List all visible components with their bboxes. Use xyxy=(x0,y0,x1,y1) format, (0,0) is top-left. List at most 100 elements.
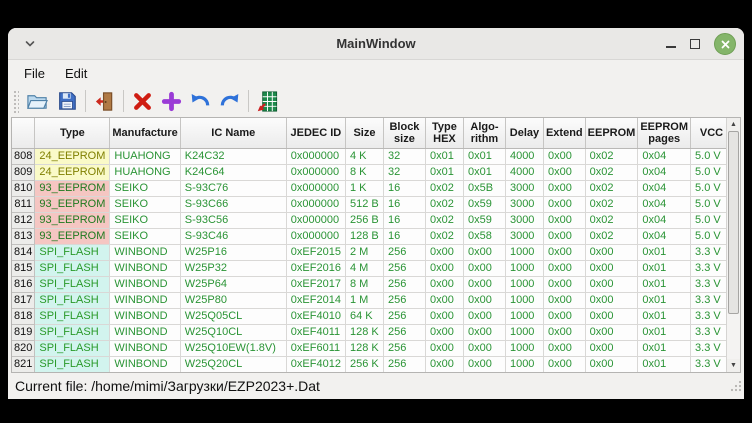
row-number-cell[interactable]: 814 xyxy=(12,244,35,260)
table-cell[interactable]: 0x00 xyxy=(585,260,638,276)
table-cell[interactable]: 3000 xyxy=(505,212,543,228)
column-header[interactable]: Manufacture xyxy=(110,118,180,148)
table-cell[interactable]: 256 xyxy=(383,308,425,324)
type-cell[interactable]: SPI_FLASH xyxy=(35,340,110,356)
column-header[interactable]: EEPROM xyxy=(585,118,638,148)
table-cell[interactable]: SEIKO xyxy=(110,212,180,228)
table-cell[interactable]: 1000 xyxy=(505,308,543,324)
scrollbar-thumb[interactable] xyxy=(728,131,739,314)
table-cell[interactable]: 1 M xyxy=(345,292,383,308)
undo-button[interactable] xyxy=(187,88,214,115)
table-cell[interactable]: 0x00 xyxy=(543,148,585,164)
table-cell[interactable]: S-93C66 xyxy=(180,196,286,212)
table-cell[interactable]: 0x04 xyxy=(638,148,691,164)
menu-file[interactable]: File xyxy=(16,64,53,83)
table-cell[interactable]: 0x00 xyxy=(585,356,638,372)
table-row[interactable]: 820SPI_FLASHWINBONDW25Q10EW(1.8V)0xEF601… xyxy=(12,340,733,356)
table-cell[interactable]: 0x5B xyxy=(463,180,505,196)
column-header[interactable]: Extend xyxy=(543,118,585,148)
table-cell[interactable]: 0x02 xyxy=(425,196,463,212)
table-cell[interactable]: 0x01 xyxy=(638,340,691,356)
table-cell[interactable]: 0x59 xyxy=(463,196,505,212)
row-number-cell[interactable]: 810 xyxy=(12,180,35,196)
table-cell[interactable]: 0x00 xyxy=(463,244,505,260)
table-cell[interactable]: 0x02 xyxy=(425,180,463,196)
table-cell[interactable]: HUAHONG xyxy=(110,148,180,164)
table-cell[interactable]: 256 xyxy=(383,324,425,340)
table-cell[interactable]: 0x02 xyxy=(425,228,463,244)
table-cell[interactable]: 8 M xyxy=(345,276,383,292)
table-cell[interactable]: 0x00 xyxy=(425,276,463,292)
scroll-down-button[interactable]: ▼ xyxy=(727,359,740,372)
table-row[interactable]: 80924_EEPROMHUAHONGK24C640x0000008 K320x… xyxy=(12,164,733,180)
table-row[interactable]: 81393_EEPROMSEIKOS-93C460x000000128 B160… xyxy=(12,228,733,244)
close-button[interactable] xyxy=(714,33,736,55)
table-cell[interactable]: 0x04 xyxy=(638,196,691,212)
table-cell[interactable]: 0x00 xyxy=(543,212,585,228)
table-cell[interactable]: 0x00 xyxy=(543,260,585,276)
table-cell[interactable]: 0x00 xyxy=(425,308,463,324)
table-cell[interactable]: 0xEF2014 xyxy=(286,292,345,308)
table-cell[interactable]: WINBOND xyxy=(110,260,180,276)
table-cell[interactable]: 0xEF2015 xyxy=(286,244,345,260)
type-cell[interactable]: SPI_FLASH xyxy=(35,260,110,276)
table-cell[interactable]: 256 xyxy=(383,244,425,260)
table-cell[interactable]: 128 B xyxy=(345,228,383,244)
table-cell[interactable]: 3000 xyxy=(505,228,543,244)
table-cell[interactable]: 0x000000 xyxy=(286,148,345,164)
table-cell[interactable]: 0x01 xyxy=(638,244,691,260)
table-row[interactable]: 817SPI_FLASHWINBONDW25P800xEF20141 M2560… xyxy=(12,292,733,308)
column-header[interactable]: Type xyxy=(35,118,110,148)
table-cell[interactable]: 0x04 xyxy=(638,180,691,196)
table-cell[interactable]: 0x00 xyxy=(543,228,585,244)
table-cell[interactable]: W25Q20CL xyxy=(180,356,286,372)
table-cell[interactable]: 1000 xyxy=(505,244,543,260)
table-cell[interactable]: W25P16 xyxy=(180,244,286,260)
table-cell[interactable]: W25Q05CL xyxy=(180,308,286,324)
row-number-cell[interactable]: 813 xyxy=(12,228,35,244)
column-header[interactable]: Size xyxy=(345,118,383,148)
row-number-cell[interactable]: 819 xyxy=(12,324,35,340)
table-cell[interactable]: 0x04 xyxy=(638,228,691,244)
table-cell[interactable]: 0x04 xyxy=(638,212,691,228)
table-cell[interactable]: 256 xyxy=(383,260,425,276)
table-cell[interactable]: W25Q10CL xyxy=(180,324,286,340)
table-cell[interactable]: 0x00 xyxy=(463,260,505,276)
table-cell[interactable]: 3000 xyxy=(505,180,543,196)
table-cell[interactable]: 0x00 xyxy=(585,340,638,356)
type-cell[interactable]: SPI_FLASH xyxy=(35,292,110,308)
table-cell[interactable]: 0x01 xyxy=(425,148,463,164)
row-number-cell[interactable]: 812 xyxy=(12,212,35,228)
type-cell[interactable]: SPI_FLASH xyxy=(35,356,110,372)
table-cell[interactable]: 0x00 xyxy=(425,260,463,276)
table-row[interactable]: 815SPI_FLASHWINBONDW25P320xEF20164 M2560… xyxy=(12,260,733,276)
row-number-cell[interactable]: 820 xyxy=(12,340,35,356)
table-cell[interactable]: 1000 xyxy=(505,356,543,372)
table-cell[interactable]: 256 B xyxy=(345,212,383,228)
delete-row-button[interactable] xyxy=(129,88,156,115)
table-cell[interactable]: K24C64 xyxy=(180,164,286,180)
table-cell[interactable]: WINBOND xyxy=(110,244,180,260)
table-cell[interactable]: 0x00 xyxy=(543,308,585,324)
table-cell[interactable]: W25P64 xyxy=(180,276,286,292)
type-cell[interactable]: 93_EEPROM xyxy=(35,180,110,196)
save-file-button[interactable] xyxy=(53,88,80,115)
table-cell[interactable]: 256 K xyxy=(345,356,383,372)
table-cell[interactable]: 0x000000 xyxy=(286,212,345,228)
type-cell[interactable]: 93_EEPROM xyxy=(35,212,110,228)
table-cell[interactable]: SEIKO xyxy=(110,228,180,244)
table-cell[interactable]: 0x00 xyxy=(543,244,585,260)
row-number-cell[interactable]: 809 xyxy=(12,164,35,180)
table-row[interactable]: 81093_EEPROMSEIKOS-93C760x0000001 K160x0… xyxy=(12,180,733,196)
table-cell[interactable]: 0xEF4010 xyxy=(286,308,345,324)
table-cell[interactable]: 0x00 xyxy=(543,356,585,372)
type-cell[interactable]: SPI_FLASH xyxy=(35,324,110,340)
table-cell[interactable]: 4000 xyxy=(505,148,543,164)
table-cell[interactable]: 256 xyxy=(383,340,425,356)
table-cell[interactable]: 4 K xyxy=(345,148,383,164)
table-cell[interactable]: 0x04 xyxy=(638,164,691,180)
table-cell[interactable]: W25Q10EW(1.8V) xyxy=(180,340,286,356)
column-header[interactable]: IC Name xyxy=(180,118,286,148)
table-cell[interactable]: 0x00 xyxy=(585,324,638,340)
table-cell[interactable]: 0x00 xyxy=(463,292,505,308)
